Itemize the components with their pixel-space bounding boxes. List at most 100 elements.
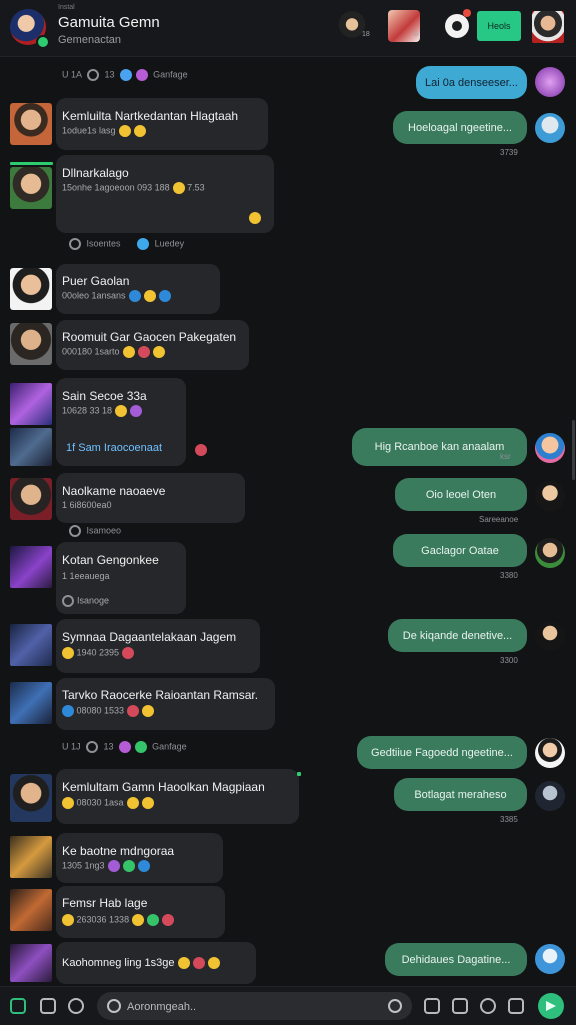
sender-name: Kotan Gengonkee xyxy=(62,553,159,567)
incoming-message[interactable]: Kemluilta Nartkedantan Hlagtaah 1odue1s … xyxy=(56,98,268,150)
incoming-message[interactable]: Symnaa Dagaantelakaan Jagem 1940 2395 xyxy=(56,619,260,673)
sender-avatar[interactable] xyxy=(10,836,52,878)
outgoing-message[interactable]: De kiqande denetive... xyxy=(388,619,527,652)
incoming-message[interactable]: Tarvko Raocerke Raioantan Ramsar. 08080 … xyxy=(56,678,275,730)
sender-name: Naolkame naoaeve xyxy=(62,484,166,498)
sender-avatar[interactable] xyxy=(10,268,52,310)
sender-avatar[interactable] xyxy=(10,167,52,209)
notification-badge xyxy=(463,9,471,17)
emoji-icon xyxy=(137,860,150,872)
system-message: U 1J 13 Ganfage xyxy=(62,741,187,753)
sender-avatar[interactable] xyxy=(10,103,52,145)
info-icon xyxy=(69,525,81,537)
attachment-thumbnail[interactable] xyxy=(10,428,52,466)
emoji-icon xyxy=(172,182,185,194)
reaction-icon xyxy=(135,69,148,81)
sender-avatar[interactable] xyxy=(10,682,52,724)
sender-avatar[interactable] xyxy=(10,889,52,931)
incoming-message[interactable]: Roomuit Gar Gaocen Pakegaten 000180 1sar… xyxy=(56,320,249,370)
sender-avatar[interactable] xyxy=(10,478,52,520)
incoming-message[interactable]: Ke baotne mdngoraa 1305 1ng3 xyxy=(56,833,223,883)
sender-avatar[interactable] xyxy=(535,738,565,768)
sender-name: Kemlultam Gamn Haoolkan Magpiaan xyxy=(62,780,265,794)
sender-avatar[interactable] xyxy=(535,113,565,143)
reaction-emoji xyxy=(246,209,261,227)
incoming-message[interactable]: Puer Gaolan 00oleo 1ansans xyxy=(56,264,220,314)
sender-avatar[interactable] xyxy=(535,944,565,974)
outgoing-message[interactable]: Oio leoel Oten xyxy=(395,478,527,511)
outgoing-message[interactable]: Gaclagor Oatae xyxy=(393,534,527,567)
message-meta: 10628 33 18 xyxy=(62,405,143,417)
message-time: 3385 xyxy=(500,815,518,824)
sender-avatar[interactable] xyxy=(535,621,565,651)
sender-name: Roomuit Gar Gaocen Pakegaten xyxy=(62,330,237,344)
message-text: Kaohomneg ling 1s3ge xyxy=(62,957,175,969)
emoji-icon xyxy=(195,443,207,456)
link-text[interactable]: 1f Sam Iraocoenaat xyxy=(66,442,162,454)
emoji-icon xyxy=(62,705,74,717)
message-meta-text: 1 1eeauega xyxy=(62,571,110,581)
profile-avatar[interactable] xyxy=(532,11,564,43)
message-meta-text: 08030 1asa xyxy=(76,797,124,808)
unread-marker xyxy=(10,162,53,165)
sticker-icon[interactable] xyxy=(424,998,440,1014)
system-text: Isanoge xyxy=(77,595,110,606)
camera-icon[interactable] xyxy=(40,998,56,1014)
incoming-message[interactable]: Kaohomneg ling 1s3ge xyxy=(56,942,256,984)
sender-avatar[interactable] xyxy=(10,383,52,425)
attach-icon[interactable] xyxy=(68,998,84,1014)
gif-icon[interactable] xyxy=(480,998,496,1014)
outgoing-message[interactable]: Dehidaues Dagatine... xyxy=(385,943,527,976)
sender-avatar[interactable] xyxy=(535,433,565,463)
emoji-icon xyxy=(147,914,160,926)
send-icon[interactable] xyxy=(538,993,564,1019)
message-meta: 08080 1533 xyxy=(62,705,155,717)
chat-title[interactable]: Gamuita Gemn xyxy=(58,14,160,31)
incoming-message[interactable]: Naolkame naoaeve 1 6i8600ea0 xyxy=(56,473,245,523)
emoji-icon xyxy=(118,125,131,137)
sender-avatar[interactable] xyxy=(10,774,52,822)
emoji-icon xyxy=(162,914,175,926)
camera-icon[interactable] xyxy=(445,14,469,38)
incoming-message[interactable]: Dllnarkalago 15onhe 1agoeoon 093 188 7.5… xyxy=(56,155,274,233)
outgoing-message[interactable]: Gedtiiue Fagoedd ngeetine... xyxy=(357,736,527,769)
message-search-box[interactable] xyxy=(97,992,412,1020)
chat-subtitle: Gemenactan xyxy=(58,34,121,46)
mail-icon[interactable] xyxy=(508,998,524,1014)
sender-avatar[interactable] xyxy=(10,624,52,666)
emoji-icon[interactable] xyxy=(388,999,402,1013)
outgoing-message[interactable]: Botlagat meraheso xyxy=(394,778,527,811)
message-meta-text: 1odue1s lasg xyxy=(62,125,116,136)
sender-avatar[interactable] xyxy=(10,944,52,982)
reaction-icon xyxy=(120,69,133,81)
message-meta-text: 000180 1sarto xyxy=(62,346,120,357)
incoming-message[interactable]: Kotan Gengonkee 1 1eeauega Isanoge xyxy=(56,542,186,614)
sender-avatar[interactable] xyxy=(10,323,52,365)
emoji-icon xyxy=(192,957,205,970)
join-button[interactable]: Heols xyxy=(477,11,521,41)
sender-avatar[interactable] xyxy=(535,781,565,811)
info-icon xyxy=(62,595,74,607)
incoming-message[interactable]: Sain Secoe 33a 10628 33 18 1f Sam Iraoco… xyxy=(56,378,186,466)
incoming-message[interactable]: Femsr Hab lage 263036 1338 xyxy=(56,886,225,938)
outgoing-message[interactable]: Hoeloagal ngeetine... xyxy=(393,111,527,144)
sender-avatar[interactable] xyxy=(535,538,565,568)
scrollbar[interactable] xyxy=(572,420,575,480)
game-icon[interactable] xyxy=(10,998,26,1014)
image-icon[interactable] xyxy=(452,998,468,1014)
message-meta: 263036 1338 xyxy=(62,914,175,926)
search-icon xyxy=(107,999,121,1013)
sender-name: Kaohomneg ling 1s3ge xyxy=(62,957,220,970)
message-meta-text: 263036 1338 xyxy=(76,914,130,925)
message-meta-text: 15onhe 1agoeoon 093 188 xyxy=(62,182,170,193)
emoji-icon xyxy=(133,125,146,137)
system-message: Isamoeo xyxy=(66,525,121,537)
sender-avatar[interactable] xyxy=(535,481,565,511)
incoming-message[interactable]: Kemlultam Gamn Haoolkan Magpiaan 08030 1… xyxy=(56,769,299,824)
message-meta: 000180 1sarto xyxy=(62,346,165,358)
system-left-label: U 1J xyxy=(62,741,81,752)
message-input[interactable] xyxy=(125,997,369,1017)
outgoing-message[interactable]: Lai 0a denseeser... xyxy=(416,66,527,99)
sender-avatar[interactable] xyxy=(535,67,565,97)
sender-avatar[interactable] xyxy=(10,546,52,588)
